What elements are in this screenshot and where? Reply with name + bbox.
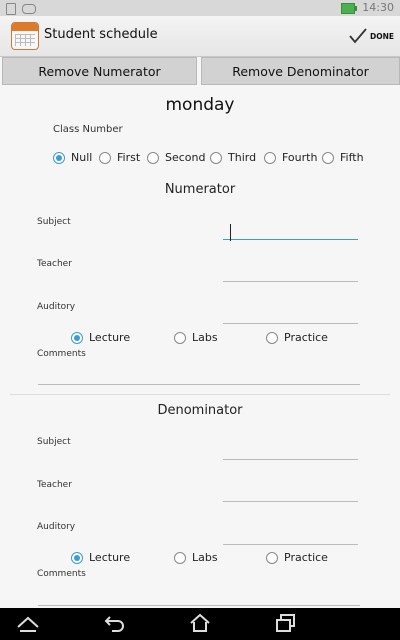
radio-label: Lecture: [89, 551, 131, 564]
class-radio-null[interactable]: Null: [53, 151, 92, 164]
class-number-label: Class Number: [53, 124, 123, 135]
radio-unchecked-icon: [210, 151, 222, 164]
back-arrow-icon[interactable]: [104, 613, 126, 633]
numerator-comments-input[interactable]: [38, 370, 360, 385]
class-radio-first[interactable]: First: [99, 151, 140, 164]
radio-checked-icon: [71, 331, 83, 344]
section-divider: [10, 394, 390, 395]
radio-unchecked-icon: [99, 151, 111, 164]
remove-numerator-button[interactable]: Remove Numerator: [2, 57, 197, 85]
day-title: monday: [165, 95, 235, 115]
action-bar: Student schedule DONE: [0, 16, 400, 57]
radio-unchecked-icon: [147, 151, 159, 164]
numerator-auditory-label: Auditory: [37, 302, 76, 312]
radio-unchecked-icon: [174, 331, 186, 344]
denominator-radio-lecture[interactable]: Lecture: [71, 551, 130, 564]
done-label: DONE: [369, 31, 394, 41]
class-radio-fourth[interactable]: Fourth: [264, 151, 317, 164]
radio-checked-icon: [53, 151, 65, 164]
denominator-teacher-label: Teacher: [37, 480, 72, 490]
radio-label: Lecture: [89, 331, 131, 344]
status-bar: 14:30: [0, 0, 400, 16]
radio-unchecked-icon: [264, 151, 276, 164]
sd-card-icon: [6, 3, 16, 15]
numerator-comments-label: Comments: [37, 349, 86, 359]
class-radio-third[interactable]: Third: [210, 151, 256, 164]
radio-label: Labs: [192, 331, 218, 344]
class-radio-fifth[interactable]: Fifth: [322, 151, 364, 164]
denominator-auditory-input[interactable]: [223, 530, 358, 545]
status-time: 14:30: [362, 1, 394, 14]
radio-checked-icon: [71, 551, 83, 564]
home-icon[interactable]: [189, 613, 211, 633]
denominator-radio-practice[interactable]: Practice: [266, 551, 328, 564]
numerator-subject-label: Subject: [37, 217, 71, 227]
denominator-title: Denominator: [157, 403, 243, 418]
radio-label: Null: [71, 151, 93, 164]
radio-unchecked-icon: [174, 551, 186, 564]
numerator-auditory-input[interactable]: [223, 309, 358, 324]
denominator-subject-input[interactable]: [223, 445, 358, 460]
numerator-radio-practice[interactable]: Practice: [266, 331, 328, 344]
class-radio-second[interactable]: Second: [147, 151, 205, 164]
radio-label: Second: [165, 151, 206, 164]
radio-label: First: [117, 151, 141, 164]
radio-label: Third: [228, 151, 257, 164]
denominator-auditory-label: Auditory: [37, 522, 76, 532]
radio-unchecked-icon: [266, 331, 278, 344]
back-icon[interactable]: [16, 613, 40, 633]
recent-apps-icon[interactable]: [275, 613, 297, 633]
remove-denominator-button[interactable]: Remove Denominator: [201, 57, 400, 85]
status-right: 14:30: [340, 1, 394, 14]
denominator-radio-labs[interactable]: Labs: [174, 551, 218, 564]
done-button[interactable]: DONE: [348, 25, 394, 47]
calendar-icon: [11, 22, 39, 50]
radio-label: Fourth: [282, 151, 318, 164]
numerator-teacher-label: Teacher: [37, 259, 72, 269]
numerator-subject-input[interactable]: [223, 224, 358, 241]
remove-buttons: Remove Numerator Remove Denominator: [2, 57, 400, 85]
android-icon: [22, 4, 36, 14]
denominator-comments-label: Comments: [37, 569, 86, 579]
denominator-subject-label: Subject: [37, 437, 71, 447]
checkmark-icon: [349, 28, 367, 44]
battery-icon: [340, 2, 357, 14]
numerator-teacher-input[interactable]: [223, 267, 358, 282]
numerator-radio-lecture[interactable]: Lecture: [71, 331, 130, 344]
navigation-bar: [0, 608, 400, 640]
radio-label: Fifth: [340, 151, 364, 164]
denominator-teacher-input[interactable]: [223, 487, 358, 502]
radio-label: Practice: [284, 331, 328, 344]
numerator-radio-labs[interactable]: Labs: [174, 331, 218, 344]
app-title: Student schedule: [44, 27, 158, 42]
radio-unchecked-icon: [266, 551, 278, 564]
radio-unchecked-icon: [322, 151, 334, 164]
numerator-title: Numerator: [164, 182, 236, 197]
text-cursor: [230, 224, 231, 241]
denominator-comments-input[interactable]: [38, 591, 360, 606]
radio-label: Practice: [284, 551, 328, 564]
radio-label: Labs: [192, 551, 218, 564]
